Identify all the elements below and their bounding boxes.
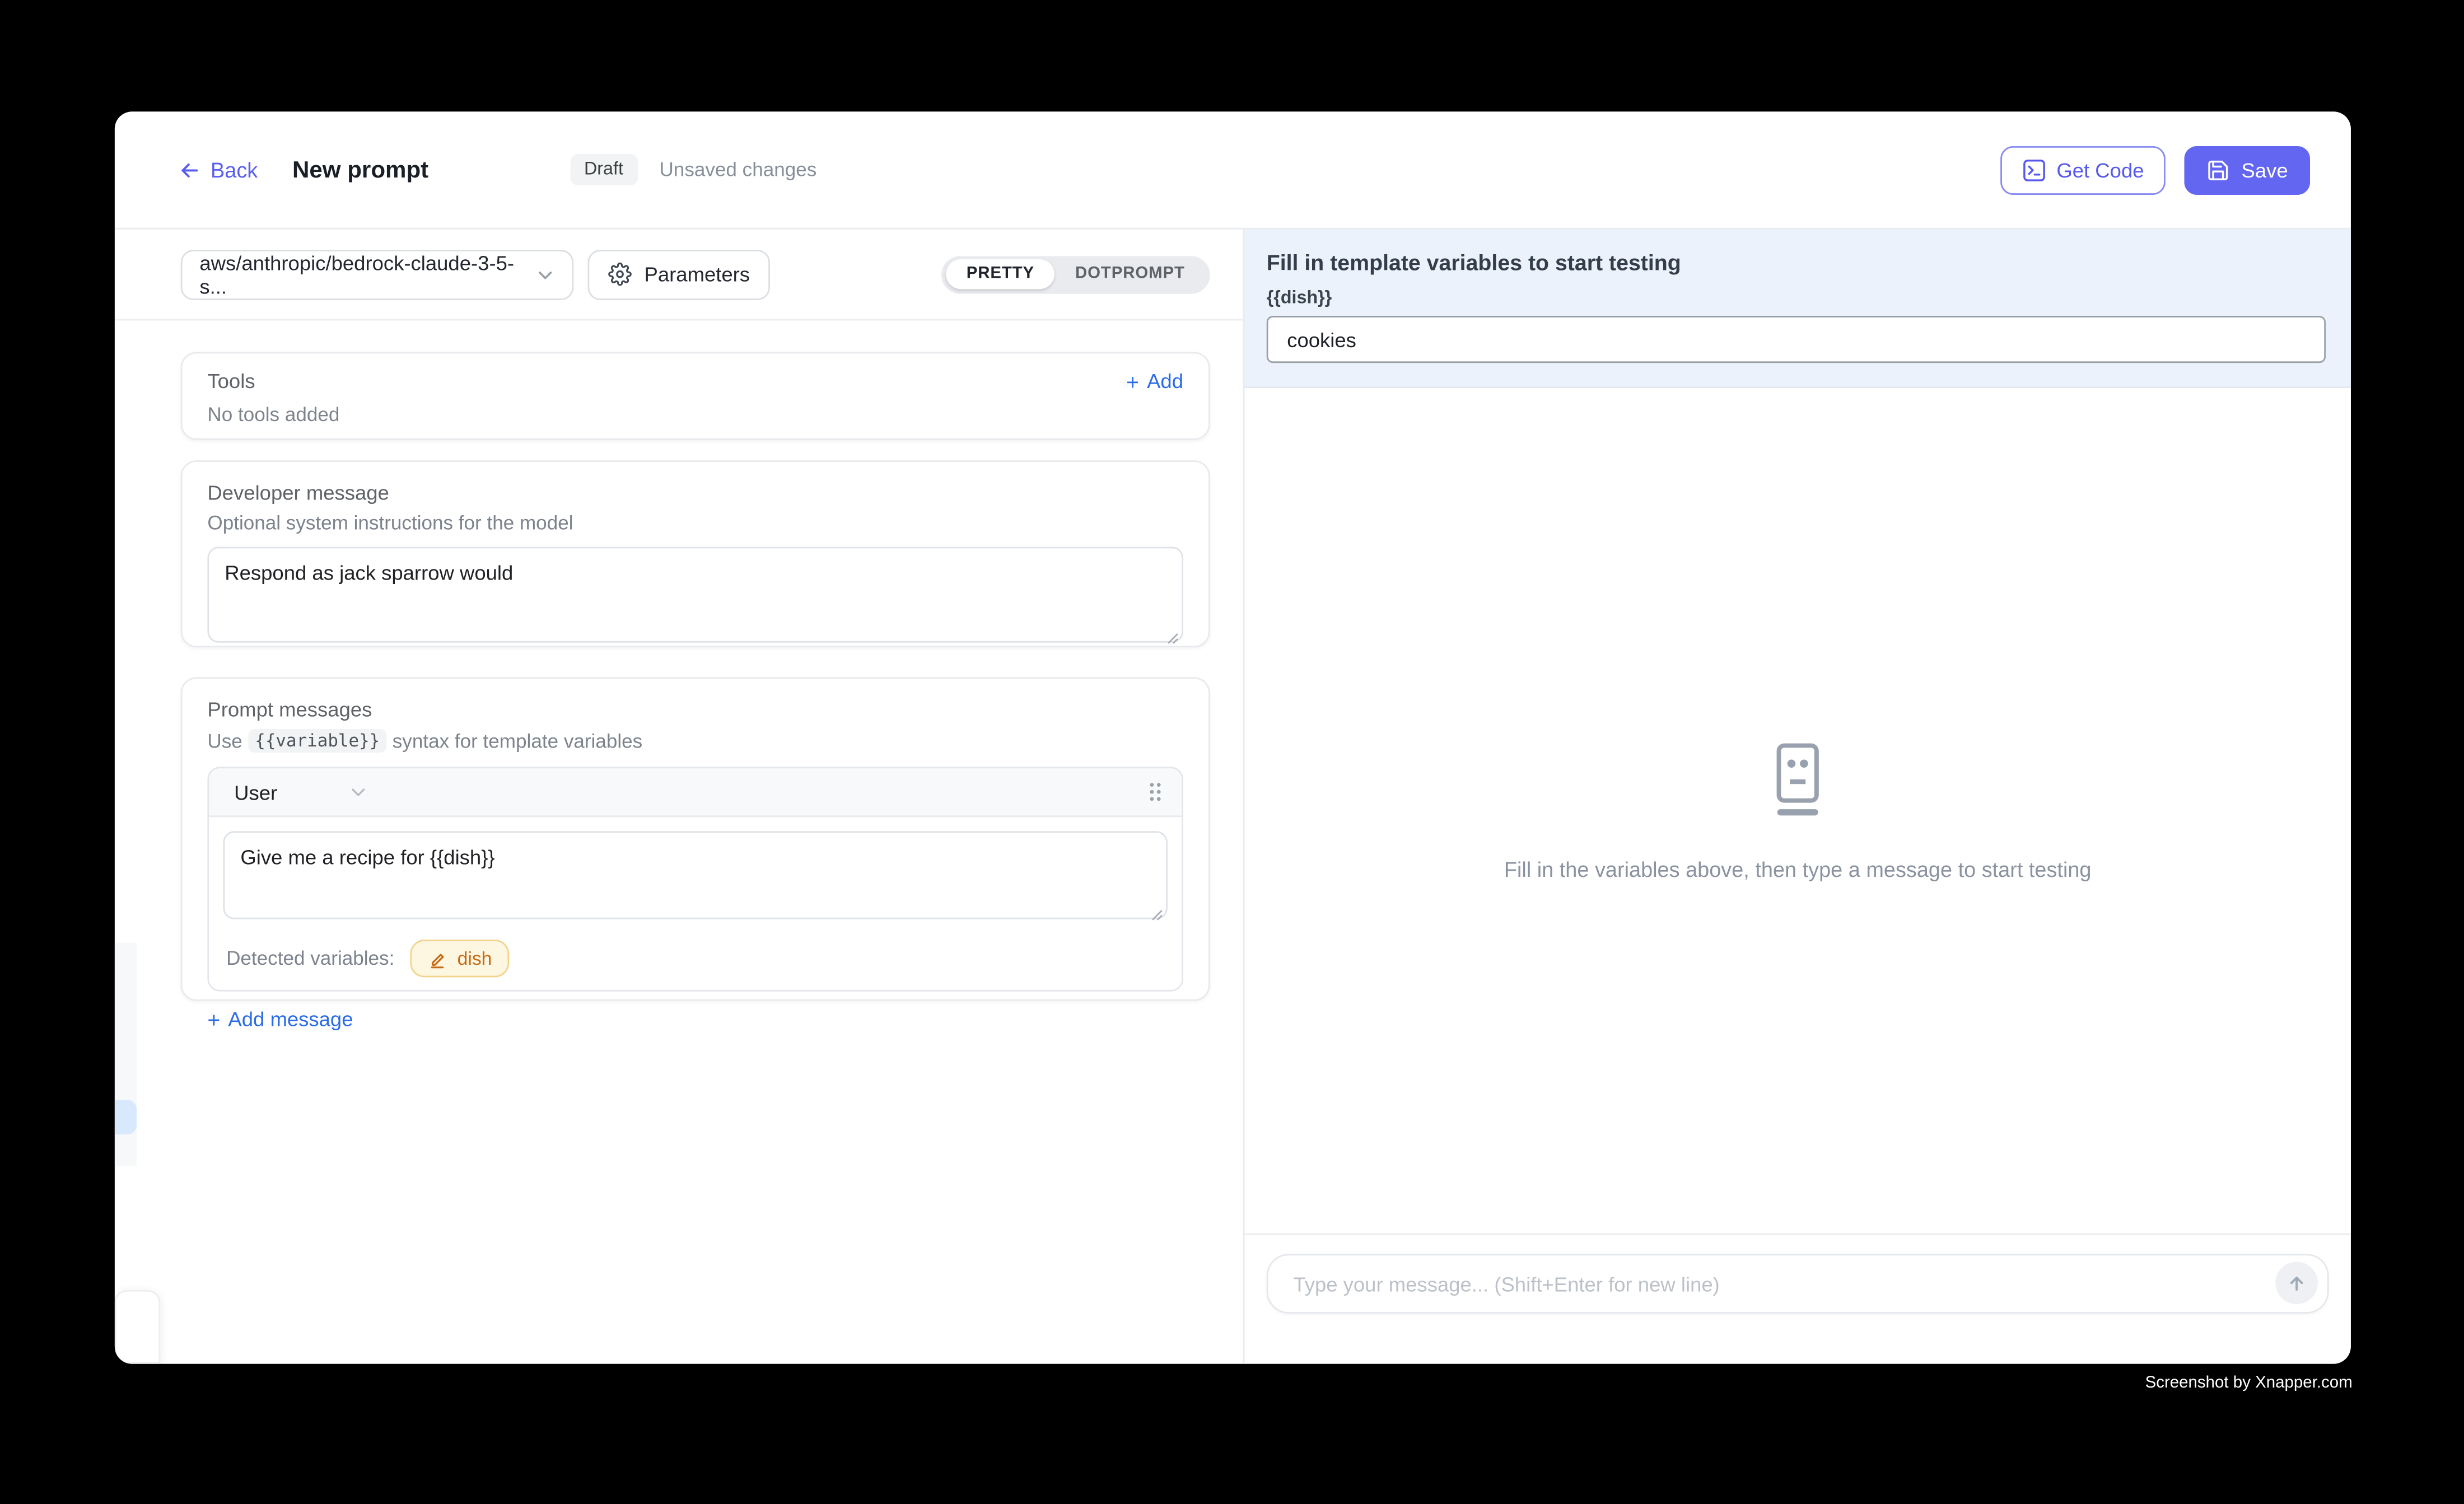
main-split: aws/anthropic/bedrock-claude-3-5-s...: [115, 230, 2351, 1364]
prompt-messages-usage: Use {{variable}} syntax for template var…: [207, 729, 1183, 753]
variables-panel-title: Fill in template variables to start test…: [1267, 250, 2326, 275]
developer-message-subtitle: Optional system instructions for the mod…: [207, 512, 1183, 534]
prompt-messages-section: Prompt messages Use {{variable}} syntax …: [181, 677, 1210, 1001]
editor-sections: Tools + Add No tools added Developer mes…: [115, 320, 1243, 1001]
gear-icon: [608, 263, 632, 286]
popover-peek: [115, 1290, 160, 1364]
plus-icon: +: [1126, 372, 1139, 391]
toggle-pretty[interactable]: PRETTY: [946, 259, 1054, 289]
empty-state-text: Fill in the variables above, then type a…: [1504, 857, 2092, 881]
usage-prefix: Use: [207, 730, 242, 751]
terminal-icon: [2022, 158, 2046, 181]
variable-chip-label: dish: [458, 947, 492, 969]
variable-value-input[interactable]: [1267, 316, 2326, 363]
chat-message-input[interactable]: [1290, 1271, 2255, 1297]
back-arrow-icon: [178, 158, 201, 181]
parameters-label: Parameters: [645, 263, 750, 286]
developer-message-textarea[interactable]: Respond as jack sparrow would: [207, 547, 1183, 643]
chevron-down-icon: [536, 265, 555, 284]
status-badge: Draft: [570, 154, 637, 185]
chat-input-wrapper: [1267, 1254, 2329, 1314]
get-code-label: Get Code: [2056, 158, 2144, 181]
message-body: Give me a recipe for {{dish}} Detected v…: [209, 817, 1182, 990]
developer-message-title: Developer message: [207, 481, 1183, 505]
editor-panel: aws/anthropic/bedrock-claude-3-5-s...: [115, 230, 1245, 1364]
back-label: Back: [211, 158, 258, 181]
drag-handle-icon[interactable]: [1147, 781, 1163, 803]
unsaved-changes-text: Unsaved changes: [659, 158, 816, 180]
parameters-button[interactable]: Parameters: [587, 249, 770, 300]
add-tool-button[interactable]: + Add: [1126, 369, 1183, 393]
tools-title: Tools: [207, 369, 255, 393]
resize-handle-icon[interactable]: [1164, 630, 1178, 644]
save-button[interactable]: Save: [2185, 146, 2310, 194]
resize-handle-icon[interactable]: [1149, 907, 1163, 921]
sidebar-peek-highlight: [115, 1100, 137, 1134]
test-panel: Fill in template variables to start test…: [1244, 230, 2351, 1364]
prompt-editor-window: Back New prompt Draft Unsaved changes Ge…: [115, 111, 2351, 1363]
save-label: Save: [2242, 158, 2288, 181]
add-tool-label: Add: [1147, 369, 1183, 393]
back-button[interactable]: Back: [178, 158, 258, 181]
screenshot-stage: Back New prompt Draft Unsaved changes Ge…: [0, 0, 2464, 1503]
detected-variables-label: Detected variables:: [226, 947, 394, 969]
message-content-textarea[interactable]: Give me a recipe for {{dish}}: [223, 831, 1167, 919]
detected-variables-row: Detected variables: dish: [223, 940, 1167, 977]
role-select-value: User: [234, 780, 277, 804]
role-chevron-down-icon[interactable]: [349, 782, 368, 801]
add-message-button[interactable]: + Add message: [207, 1007, 1183, 1031]
chat-empty-state: Fill in the variables above, then type a…: [1244, 388, 2351, 1234]
usage-suffix: syntax for template variables: [393, 730, 642, 751]
robot-icon: [1766, 741, 1829, 816]
header: Back New prompt Draft Unsaved changes Ge…: [115, 111, 2351, 229]
model-toolbar: aws/anthropic/bedrock-claude-3-5-s...: [115, 230, 1243, 321]
add-message-label: Add message: [228, 1007, 353, 1031]
view-toggle: PRETTY DOTPROMPT: [941, 255, 1210, 293]
tools-section: Tools + Add No tools added: [181, 352, 1210, 440]
send-button[interactable]: [2275, 1262, 2318, 1304]
message-header: User: [209, 768, 1182, 817]
chat-input-bar: [1244, 1234, 2351, 1364]
variable-syntax-chip: {{variable}}: [249, 729, 386, 753]
variable-chip-dish[interactable]: dish: [410, 940, 509, 977]
page-title: New prompt: [292, 156, 428, 183]
template-variables-panel: Fill in template variables to start test…: [1244, 230, 2351, 388]
message-block: User: [207, 767, 1183, 991]
watermark-credit: Screenshot by Xnapper.com: [2145, 1374, 2353, 1393]
header-actions: Get Code Save: [2000, 146, 2310, 194]
toggle-dotprompt[interactable]: DOTPROMPT: [1055, 259, 1206, 289]
developer-message-section: Developer message Optional system instru…: [181, 460, 1210, 647]
prompt-messages-title: Prompt messages: [207, 698, 1183, 721]
save-icon: [2207, 158, 2230, 181]
get-code-button[interactable]: Get Code: [2000, 146, 2166, 194]
model-select-value: aws/anthropic/bedrock-claude-3-5-s...: [199, 251, 536, 298]
tools-empty-text: No tools added: [207, 404, 1183, 426]
pencil-icon: [427, 948, 447, 968]
model-select[interactable]: aws/anthropic/bedrock-claude-3-5-s...: [181, 249, 574, 300]
variable-name-label: {{dish}}: [1267, 289, 2326, 308]
plus-icon: +: [207, 1010, 220, 1029]
